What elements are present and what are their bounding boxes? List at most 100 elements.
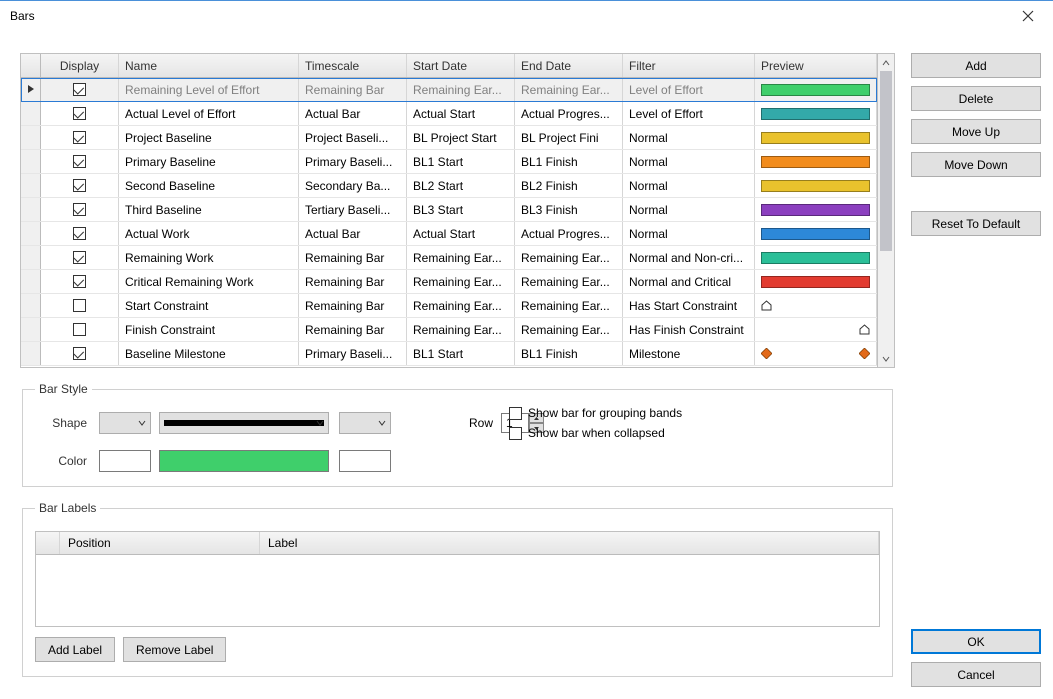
- remove-label-button[interactable]: Remove Label: [123, 637, 226, 662]
- cell-filter[interactable]: Normal and Critical: [623, 270, 755, 293]
- cell-start[interactable]: Remaining Ear...: [407, 294, 515, 317]
- cell-filter[interactable]: Normal: [623, 198, 755, 221]
- col-header-end[interactable]: End Date: [515, 54, 623, 77]
- labels-grid[interactable]: Position Label: [35, 531, 880, 627]
- cell-start[interactable]: Remaining Ear...: [407, 270, 515, 293]
- cell-end[interactable]: BL Project Fini: [515, 126, 623, 149]
- col-header-display[interactable]: Display: [41, 54, 119, 77]
- display-checkbox[interactable]: [73, 131, 86, 144]
- col-header-name[interactable]: Name: [119, 54, 299, 77]
- cell-name[interactable]: Actual Work: [119, 222, 299, 245]
- cell-end[interactable]: Actual Progres...: [515, 222, 623, 245]
- table-row[interactable]: Third BaselineTertiary Baseli...BL3 Star…: [21, 198, 877, 222]
- ok-button[interactable]: OK: [911, 629, 1041, 654]
- cell-name[interactable]: Finish Constraint: [119, 318, 299, 341]
- cell-timescale[interactable]: Actual Bar: [299, 222, 407, 245]
- table-row[interactable]: Actual Level of EffortActual BarActual S…: [21, 102, 877, 126]
- scroll-up-arrow-icon[interactable]: [878, 54, 894, 71]
- display-checkbox[interactable]: [73, 227, 86, 240]
- cell-filter[interactable]: Normal: [623, 174, 755, 197]
- cell-timescale[interactable]: Remaining Bar: [299, 246, 407, 269]
- move-up-button[interactable]: Move Up: [911, 119, 1041, 144]
- display-checkbox[interactable]: [73, 251, 86, 264]
- reset-button[interactable]: Reset To Default: [911, 211, 1041, 236]
- col-header-filter[interactable]: Filter: [623, 54, 755, 77]
- scrollbar-thumb[interactable]: [880, 71, 892, 251]
- cancel-button[interactable]: Cancel: [911, 662, 1041, 687]
- cell-start[interactable]: BL1 Start: [407, 150, 515, 173]
- vertical-scrollbar[interactable]: [877, 54, 894, 367]
- cell-name[interactable]: Start Constraint: [119, 294, 299, 317]
- display-checkbox[interactable]: [73, 323, 86, 336]
- table-row[interactable]: Remaining Level of EffortRemaining BarRe…: [21, 78, 877, 102]
- cell-name[interactable]: Actual Level of Effort: [119, 102, 299, 125]
- display-checkbox[interactable]: [73, 155, 86, 168]
- table-row[interactable]: Finish ConstraintRemaining BarRemaining …: [21, 318, 877, 342]
- cell-name[interactable]: Remaining Level of Effort: [119, 78, 299, 101]
- cell-start[interactable]: Actual Start: [407, 102, 515, 125]
- cell-name[interactable]: Primary Baseline: [119, 150, 299, 173]
- display-checkbox[interactable]: [73, 299, 86, 312]
- col-header-position[interactable]: Position: [60, 532, 260, 554]
- cell-name[interactable]: Baseline Milestone: [119, 342, 299, 365]
- cell-filter[interactable]: Level of Effort: [623, 78, 755, 101]
- cell-timescale[interactable]: Primary Baseli...: [299, 150, 407, 173]
- cell-timescale[interactable]: Remaining Bar: [299, 318, 407, 341]
- cell-filter[interactable]: Normal and Non-cri...: [623, 246, 755, 269]
- move-down-button[interactable]: Move Down: [911, 152, 1041, 177]
- table-row[interactable]: Start ConstraintRemaining BarRemaining E…: [21, 294, 877, 318]
- table-row[interactable]: Baseline MilestonePrimary Baseli...BL1 S…: [21, 342, 877, 366]
- cell-end[interactable]: Actual Progres...: [515, 102, 623, 125]
- cell-timescale[interactable]: Tertiary Baseli...: [299, 198, 407, 221]
- table-row[interactable]: Project BaselineProject Baseli...BL Proj…: [21, 126, 877, 150]
- col-header-preview[interactable]: Preview: [755, 54, 877, 77]
- cell-end[interactable]: BL1 Finish: [515, 342, 623, 365]
- cell-filter[interactable]: Level of Effort: [623, 102, 755, 125]
- cell-end[interactable]: Remaining Ear...: [515, 78, 623, 101]
- display-checkbox[interactable]: [73, 347, 86, 360]
- add-label-button[interactable]: Add Label: [35, 637, 115, 662]
- cell-end[interactable]: Remaining Ear...: [515, 246, 623, 269]
- delete-button[interactable]: Delete: [911, 86, 1041, 111]
- display-checkbox[interactable]: [73, 179, 86, 192]
- cell-timescale[interactable]: Secondary Ba...: [299, 174, 407, 197]
- table-row[interactable]: Remaining WorkRemaining BarRemaining Ear…: [21, 246, 877, 270]
- cell-filter[interactable]: Normal: [623, 222, 755, 245]
- cell-end[interactable]: BL1 Finish: [515, 150, 623, 173]
- cell-filter[interactable]: Has Finish Constraint: [623, 318, 755, 341]
- cell-start[interactable]: Remaining Ear...: [407, 78, 515, 101]
- cell-end[interactable]: BL3 Finish: [515, 198, 623, 221]
- cell-name[interactable]: Critical Remaining Work: [119, 270, 299, 293]
- bar-color-swatch[interactable]: [159, 450, 329, 472]
- scroll-down-arrow-icon[interactable]: [878, 350, 894, 367]
- cell-name[interactable]: Project Baseline: [119, 126, 299, 149]
- cell-name[interactable]: Third Baseline: [119, 198, 299, 221]
- cell-filter[interactable]: Has Start Constraint: [623, 294, 755, 317]
- display-checkbox[interactable]: [73, 203, 86, 216]
- start-color-swatch[interactable]: [99, 450, 151, 472]
- cell-start[interactable]: BL1 Start: [407, 342, 515, 365]
- show-grouping-checkbox[interactable]: Show bar for grouping bands: [509, 406, 709, 420]
- add-button[interactable]: Add: [911, 53, 1041, 78]
- display-checkbox[interactable]: [73, 107, 86, 120]
- cell-start[interactable]: BL2 Start: [407, 174, 515, 197]
- bars-grid[interactable]: Display Name Timescale Start Date End Da…: [20, 53, 895, 368]
- table-row[interactable]: Actual WorkActual BarActual StartActual …: [21, 222, 877, 246]
- col-header-label[interactable]: Label: [260, 532, 879, 554]
- bar-shape-combo[interactable]: [159, 412, 329, 434]
- cell-end[interactable]: Remaining Ear...: [515, 270, 623, 293]
- end-color-swatch[interactable]: [339, 450, 391, 472]
- col-header-start[interactable]: Start Date: [407, 54, 515, 77]
- cell-end[interactable]: Remaining Ear...: [515, 294, 623, 317]
- cell-start[interactable]: Actual Start: [407, 222, 515, 245]
- cell-filter[interactable]: Normal: [623, 126, 755, 149]
- display-checkbox[interactable]: [73, 83, 86, 96]
- cell-timescale[interactable]: Remaining Bar: [299, 294, 407, 317]
- table-row[interactable]: Second BaselineSecondary Ba...BL2 StartB…: [21, 174, 877, 198]
- end-shape-combo[interactable]: [339, 412, 391, 434]
- cell-filter[interactable]: Normal: [623, 150, 755, 173]
- cell-name[interactable]: Second Baseline: [119, 174, 299, 197]
- cell-start[interactable]: Remaining Ear...: [407, 246, 515, 269]
- cell-start[interactable]: BL3 Start: [407, 198, 515, 221]
- display-checkbox[interactable]: [73, 275, 86, 288]
